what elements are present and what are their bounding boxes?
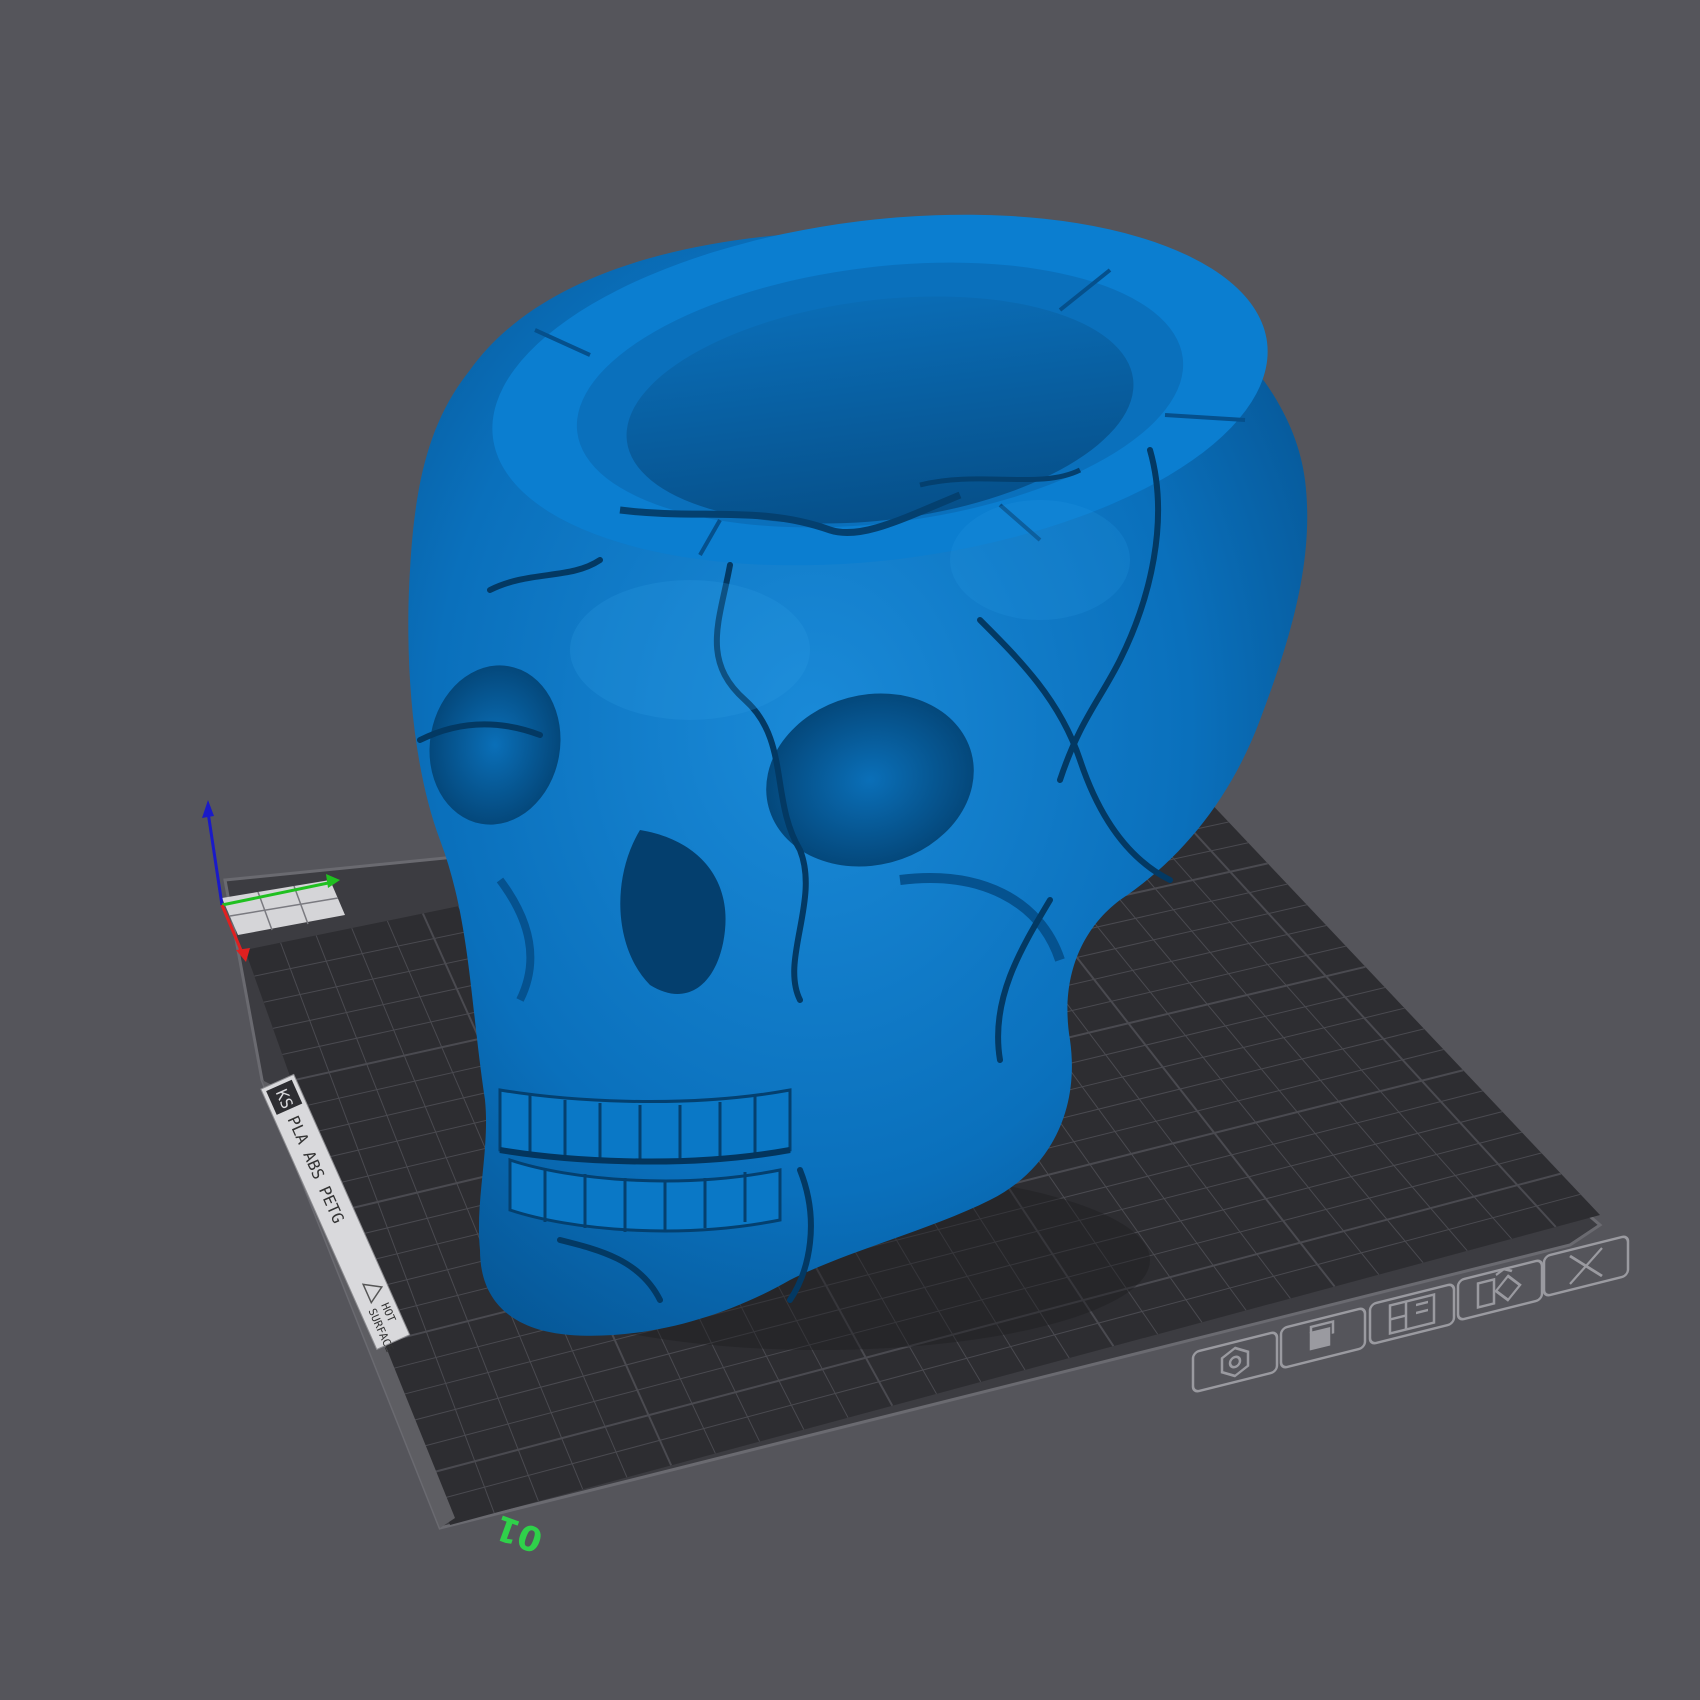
settings-icon [1220, 1346, 1250, 1378]
3d-viewport[interactable]: KS PLA ABS PETG HOT SURFACE 01 [0, 0, 1700, 1700]
settings-button[interactable] [1191, 1331, 1279, 1393]
z-axis [206, 811, 224, 906]
shapes-icon [1476, 1267, 1522, 1310]
layers-icon [1388, 1292, 1436, 1336]
paint-button[interactable] [1279, 1307, 1367, 1369]
close-icon [1569, 1247, 1603, 1285]
paint-icon [1309, 1319, 1335, 1351]
